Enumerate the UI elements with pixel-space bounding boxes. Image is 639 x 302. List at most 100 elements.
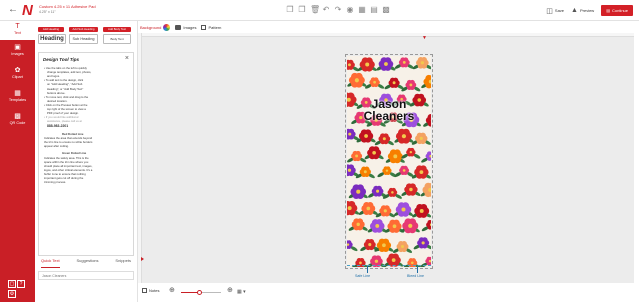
flower-center [348, 132, 352, 136]
notes-button[interactable]: Notes [142, 288, 159, 293]
add-body-text-badge[interactable]: Add Body Text [103, 27, 131, 32]
images-button[interactable]: Images [175, 24, 196, 30]
trash-icon[interactable]: 🗑 [310, 5, 320, 15]
flower-center [393, 154, 398, 159]
tip-line: 888-983-2201 [47, 124, 69, 128]
flower-center [347, 206, 352, 211]
align-icon[interactable]: ▤ [370, 5, 378, 15]
background-label: Background [140, 24, 162, 30]
bleed-line-pointer [417, 266, 418, 273]
flower-center [384, 62, 388, 66]
tab-suggestions[interactable]: Suggestions [77, 256, 99, 268]
flower-center [354, 78, 359, 83]
flower-center [419, 136, 423, 140]
notes-label: Notes [149, 288, 160, 293]
flower-center [383, 209, 387, 213]
grid-toggle-icon[interactable]: ▦ ▾ [237, 289, 246, 295]
safe-line-pointer [367, 266, 368, 273]
flower-center [421, 241, 425, 245]
tab-snippets[interactable]: Snippets [115, 256, 131, 268]
zoom-out-icon[interactable]: ⊕ [169, 286, 175, 294]
preview-label: Preview [579, 8, 595, 13]
tip-line: appear after cutting. [44, 144, 69, 149]
brand-logo[interactable]: N [22, 3, 33, 18]
flower-center [374, 259, 379, 263]
top-bar: ← N Custom 4.25 x 11 Adhesive Pad 4.25" … [0, 0, 639, 21]
rail-item-qr-code[interactable]: ▩ QR Code [0, 111, 35, 130]
flower-center [419, 209, 424, 213]
copy-icon[interactable]: ❐ [286, 5, 294, 15]
pattern-button[interactable]: Pattern [201, 24, 221, 30]
fullscreen-icon[interactable]: ▢ [8, 280, 16, 288]
zoom-in-icon[interactable]: ⊕ [227, 286, 233, 294]
continue-button[interactable]: ▤ Continue [601, 5, 633, 16]
flower-center [373, 80, 376, 84]
flower-center [408, 223, 413, 228]
flower-center [385, 169, 389, 172]
notes-icon [142, 288, 147, 293]
flower-center [409, 150, 413, 154]
rail-item-images[interactable]: ▣ Images [0, 42, 35, 61]
body-text-button[interactable]: Body Text [103, 34, 131, 44]
flower-center [364, 134, 368, 138]
zoom-slider[interactable] [181, 290, 221, 295]
flower-center [348, 63, 351, 67]
heading-button[interactable]: Heading [38, 34, 66, 44]
undo-icon[interactable]: ↶ [322, 5, 330, 15]
clipart-icon: ✿ [14, 67, 21, 74]
cart-icon: ▤ [606, 8, 610, 13]
zoom-slider-handle[interactable] [196, 290, 202, 295]
layers-icon[interactable]: ◉ [346, 5, 354, 15]
design-tips-box: Design Tool Tips × • Use the tabs on the… [38, 52, 134, 256]
rail-item-clipart[interactable]: ✿ Clipart [0, 65, 35, 84]
add-heading-badge[interactable]: Add Heading [38, 27, 64, 32]
flower-center [382, 137, 386, 141]
bottom-bar: Notes ⊕ ⊕ ▦ ▾ [138, 284, 639, 302]
redo-icon[interactable]: ↷ [334, 5, 342, 15]
rail-item-templates[interactable]: ▦ Templates [0, 88, 35, 107]
rail-item-label: Images [11, 52, 24, 56]
preview-button[interactable]: ▲ Preview [571, 7, 594, 14]
help-icon[interactable]: ? [17, 280, 25, 288]
background-button[interactable]: Background [140, 23, 171, 31]
flower-center [410, 261, 414, 265]
ruler-horizontal [138, 33, 634, 37]
flower-center [402, 60, 406, 64]
play-arrow-icon[interactable] [141, 257, 144, 261]
add-sub-heading-badge[interactable]: Add Sub Heading [69, 27, 98, 32]
lock-icon[interactable]: ▩ [382, 5, 390, 15]
design-artboard[interactable]: Jason Cleaners [345, 54, 433, 269]
rail-item-text[interactable]: T Text [0, 21, 35, 40]
flower-center [359, 261, 362, 265]
pin-icon[interactable]: ▼ [422, 35, 427, 41]
image-icon: ▣ [14, 44, 21, 51]
tab-quick-text[interactable]: Quick Text [41, 256, 60, 268]
document-title: Custom 4.25 x 11 Adhesive Pad [39, 4, 96, 9]
flower-center [382, 243, 386, 248]
text-icon: T [15, 23, 20, 30]
grid-icon[interactable]: ▦ [358, 5, 366, 15]
image-icon [175, 24, 182, 30]
rail-item-label: Templates [8, 98, 27, 102]
save-button[interactable]: ◫ Save [546, 7, 564, 15]
flower-center [392, 81, 396, 85]
flower-center [368, 243, 372, 247]
sub-heading-button[interactable]: Sub Heading [69, 34, 98, 44]
settings-icon[interactable]: ⚙ [8, 290, 16, 298]
tip-line: trimming process. [44, 180, 67, 185]
flower-center [347, 168, 352, 172]
copy-alt-icon[interactable]: ❐ [298, 5, 306, 15]
save-icon: ◫ [546, 7, 553, 15]
design-text-line2[interactable]: Cleaners [347, 110, 431, 122]
quick-text-input[interactable]: Jason Cleaners [38, 271, 134, 280]
arrow-left-icon[interactable]: ← [8, 5, 18, 15]
safe-line-label: Safe Line [355, 274, 371, 278]
close-icon[interactable]: × [125, 55, 129, 62]
rail-bottom-controls: ▢ ? ⚙ [8, 280, 25, 298]
flower-center [392, 224, 397, 229]
preview-icon: ▲ [571, 7, 578, 14]
flower-center [356, 222, 360, 227]
ruler-vertical [138, 33, 142, 283]
flower-center [366, 206, 371, 211]
flower-center [401, 134, 407, 139]
